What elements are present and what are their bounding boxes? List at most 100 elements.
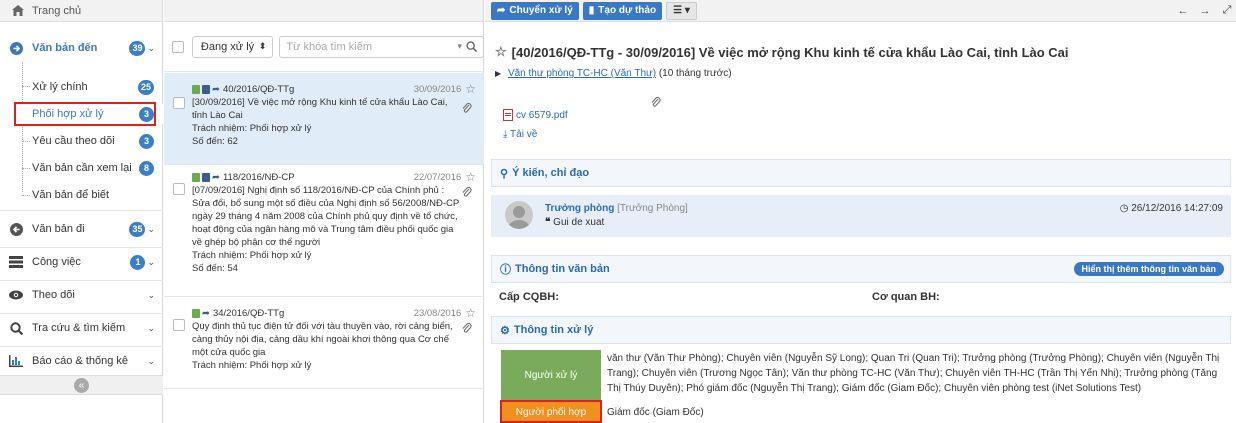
document-list-pane: Đang xử lý ⬍ Từ khóa tìm kiếm ▾ ➦ 40/201…	[164, 0, 484, 423]
back-arrow-icon[interactable]: ←	[1174, 2, 1192, 20]
gear-icon: ⚙	[500, 324, 510, 337]
sidebar-item-review[interactable]: Văn bản cần xem lại 8	[0, 159, 163, 177]
document-list-item[interactable]: ➦ 34/2016/QĐ-TTg 23/08/2016 ☆ Quy định t…	[164, 297, 484, 389]
forward-icon: ➦	[212, 172, 220, 183]
opinion-content: Gui de xuat	[553, 217, 605, 228]
paperclip-icon	[462, 103, 472, 118]
menu-incoming-docs[interactable]: Văn bản đến 39 ⌄	[0, 38, 163, 58]
file-icon: ▮	[588, 5, 595, 16]
status-select[interactable]: Đang xử lý ⬍	[191, 35, 274, 58]
document-detail-pane: ➦ Chuyển xử lý ▮ Tạo dự thảo ☰ ▾ ← → ⤢ ☆…	[485, 0, 1236, 423]
show-more-info-button[interactable]: Hiển thị thêm thông tin văn bản	[1073, 262, 1224, 276]
opinion-entry: Trưởng phòng [Trưởng Phòng] ❝ Gui de xua…	[491, 195, 1231, 237]
chevron-down-icon: ⌄	[147, 322, 155, 333]
menu-tasks-label: Công việc	[32, 256, 81, 268]
divider	[0, 280, 163, 281]
forward-button[interactable]: ➦ Chuyển xử lý	[491, 1, 579, 20]
sidebar-item-label: Yêu cầu theo dõi	[32, 135, 115, 147]
sidebar-collapse-bar[interactable]: «	[0, 375, 163, 395]
attachment-file-link[interactable]: cv 6579.pdf	[503, 109, 568, 121]
menu-tasks-badge: 1	[130, 254, 146, 270]
forward-arrow-icon[interactable]: →	[1196, 2, 1214, 20]
opinion-time: ◷ 26/12/2016 14:27:09	[1120, 203, 1223, 214]
paperclip-icon	[462, 323, 472, 338]
document-list-item[interactable]: ➦ 40/2016/QĐ-TTg 30/09/2016 ☆ [30/09/201…	[164, 73, 484, 165]
document-date: 30/09/2016	[413, 84, 462, 95]
search-icon[interactable]	[466, 41, 477, 52]
lightbulb-icon: ⚲	[500, 167, 509, 180]
menu-outgoing-docs[interactable]: Văn bản đi 35 ⌄	[0, 220, 163, 238]
paperclip-icon	[651, 97, 661, 112]
bar-chart-icon	[9, 354, 23, 368]
sender-age: (10 tháng trước)	[658, 68, 732, 79]
keyword-search-input[interactable]: Từ khóa tìm kiếm ▾	[279, 35, 484, 58]
search-placeholder: Từ khóa tìm kiếm	[286, 40, 372, 53]
item-checkbox[interactable]	[173, 183, 185, 195]
item-checkbox[interactable]	[173, 319, 185, 331]
document-summary: một cửa quốc gia	[192, 347, 266, 358]
sidebar-item-badge: 25	[137, 79, 154, 95]
more-menu-button[interactable]: ☰ ▾	[666, 1, 697, 20]
menu-outgoing-label: Văn bản đi	[32, 223, 85, 235]
opinion-section-header: ⚲ Ý kiến, chỉ đạo	[491, 159, 1231, 187]
create-draft-button[interactable]: ▮ Tạo dự thảo	[582, 1, 663, 20]
menu-reports-label: Báo cáo & thống kê	[32, 355, 129, 367]
opinion-author-name: Trưởng phòng	[545, 203, 615, 214]
sidebar-item-main-processing[interactable]: Xử lý chính 25	[0, 78, 163, 96]
agency-label: Cơ quan BH:	[872, 291, 940, 303]
arrow-circle-icon	[9, 41, 23, 55]
document-summary: Sửa đổi, bổ sung một số điều của Nghị đị…	[192, 198, 460, 209]
sidebar-item-for-info[interactable]: Văn bản để biết	[0, 186, 163, 204]
opinion-timestamp: 26/12/2016 14:27:09	[1131, 203, 1223, 214]
forward-icon: ➦	[202, 308, 210, 319]
eye-icon	[9, 288, 23, 302]
list-header-bar	[164, 0, 483, 22]
star-icon[interactable]: ☆	[465, 83, 476, 96]
menu-reports[interactable]: Báo cáo & thống kê ⌄	[0, 352, 163, 370]
caret-right-icon[interactable]: ▶	[495, 69, 501, 78]
document-list-item[interactable]: ➦ 118/2016/NĐ-CP 22/07/2016 ☆ [07/09/201…	[164, 165, 484, 297]
document-summary: tỉnh Lào Cai	[192, 110, 243, 121]
divider	[0, 346, 163, 347]
star-icon[interactable]: ☆	[495, 44, 507, 60]
sender-link[interactable]: Văn thư phòng TC-HC (Văn Thư)	[508, 68, 656, 79]
home-link[interactable]: Trang chủ	[0, 0, 162, 22]
menu-incoming-badge: 39	[129, 40, 146, 56]
select-all-checkbox[interactable]	[172, 40, 184, 53]
list-icon: ☰ ▾	[673, 5, 690, 16]
forward-icon: ➦	[212, 84, 220, 95]
menu-tracking[interactable]: Theo dõi ⌄	[0, 286, 163, 304]
expand-icon[interactable]: ⤢	[1218, 2, 1236, 20]
opinion-header-label: Ý kiến, chỉ đạo	[512, 167, 590, 179]
document-title-row: ☆ [40/2016/QĐ-TTg - 30/09/2016] Về việc …	[495, 44, 1069, 60]
collapse-icon[interactable]: «	[74, 377, 89, 393]
menu-search[interactable]: Tra cứu & tìm kiếm ⌄	[0, 319, 163, 337]
star-icon[interactable]: ☆	[465, 171, 476, 184]
menu-incoming-label: Văn bản đến	[32, 42, 98, 54]
pdf-file-icon	[503, 109, 513, 121]
clock-icon: ◷	[1119, 203, 1129, 214]
home-label: Trang chủ	[32, 4, 82, 17]
create-draft-label: Tạo dự thảo	[598, 5, 657, 16]
info-circle-icon: ⓘ	[500, 264, 511, 276]
sidebar-item-badge: 3	[139, 133, 154, 149]
status-select-value: Đang xử lý	[200, 40, 255, 53]
menu-tasks[interactable]: Công việc 1 ⌄	[0, 253, 163, 271]
quote-icon: ❝	[545, 217, 551, 228]
download-link[interactable]: ⤓ Tải về	[503, 129, 537, 140]
item-checkbox[interactable]	[173, 97, 185, 109]
download-icon: ⤓	[503, 129, 508, 140]
document-number: 40/2016/QĐ-TTg	[222, 84, 295, 95]
opinion-author-role: [Trưởng Phòng]	[617, 203, 688, 214]
sidebar-item-follow-request[interactable]: Yêu cầu theo dõi 3	[0, 132, 163, 150]
document-number: 34/2016/QĐ-TTg	[212, 308, 285, 319]
star-icon[interactable]: ☆	[465, 307, 476, 320]
chevron-down-icon: ⌄	[147, 223, 155, 234]
file-green-icon	[192, 85, 200, 94]
dropdown-caret-icon[interactable]: ▾	[457, 41, 462, 52]
attachment-box: cv 6579.pdf ⤓ Tải về	[491, 91, 1231, 151]
chevron-down-icon: ⌄	[147, 256, 155, 267]
document-summary: về ghép bộ phận cơ thể người	[192, 237, 321, 248]
select-arrows-icon: ⬍	[258, 41, 267, 51]
divider	[0, 313, 163, 314]
